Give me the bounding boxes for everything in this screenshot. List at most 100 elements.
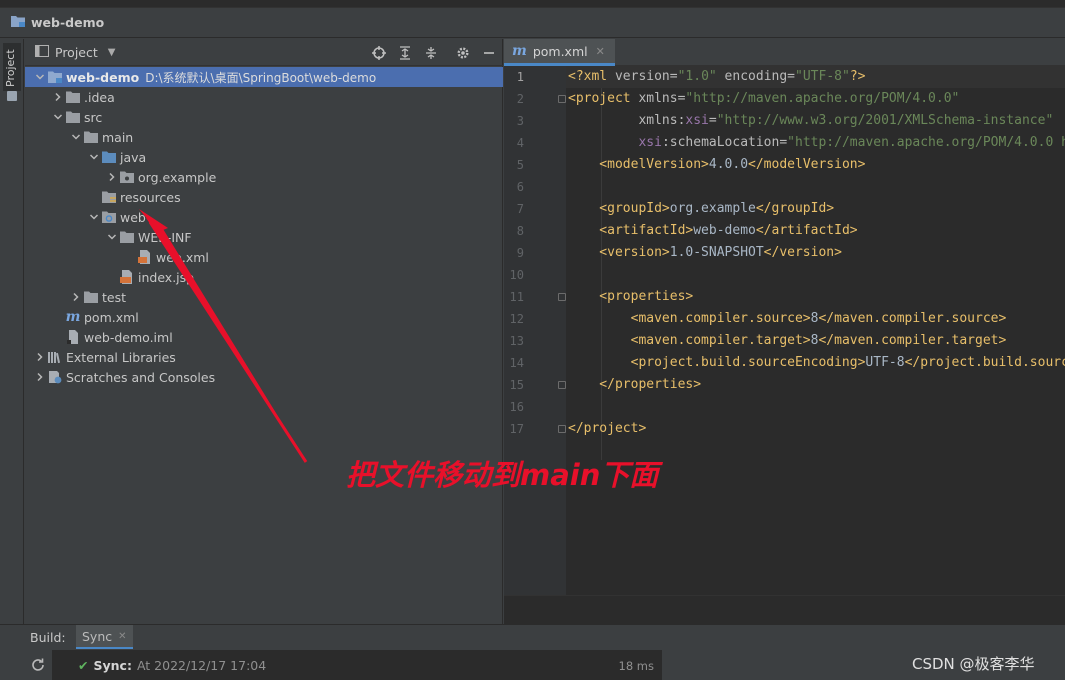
view-dropdown-chevron-icon[interactable]: ▼ [108, 47, 116, 58]
tree-item-label: .idea [84, 89, 115, 105]
tree-item[interactable]: resources [25, 187, 503, 207]
project-tool-tab-label: Project [4, 49, 17, 87]
line-number: 13 [509, 334, 524, 348]
tree-item[interactable]: index.jsp [25, 267, 503, 287]
chevron-down-icon[interactable] [105, 230, 119, 244]
sync-tab[interactable]: Sync ✕ [76, 625, 133, 649]
project-panel-title[interactable]: Project [55, 45, 98, 60]
tree-item-label: java [120, 149, 147, 165]
jsp-file-icon [119, 269, 135, 285]
tree-item[interactable]: src [25, 107, 503, 127]
tree-item[interactable]: m pom.xml [25, 307, 503, 327]
scratches-icon [47, 369, 63, 385]
code-token: </maven.compiler.target> [818, 333, 1007, 348]
line-number: 11 [509, 290, 524, 304]
chevron-down-icon[interactable] [87, 150, 101, 164]
code-token: <maven.compiler.target> [568, 333, 811, 348]
code-line: xsi:schemaLocation="http://maven.apache.… [568, 132, 1065, 154]
chevron-down-icon[interactable] [69, 130, 83, 144]
line-number: 15 [509, 378, 524, 392]
collapse-all-icon[interactable] [423, 45, 439, 61]
tree-item-label: resources [120, 189, 181, 205]
tree-item[interactable]: .idea [25, 87, 503, 107]
code-token: </project.build.sourceEncoding> [904, 355, 1065, 370]
build-tool-window: Build: Sync ✕ ✔ Sync: At 2022/12/17 17:0… [0, 624, 1065, 680]
fold-marker-icon[interactable] [558, 95, 566, 103]
code-token: "http://maven.apache.org/POM/4.0.0" [685, 91, 960, 106]
hide-panel-icon[interactable] [481, 45, 497, 61]
tree-item[interactable]: External Libraries [25, 347, 503, 367]
chevron-down-icon[interactable] [87, 210, 101, 224]
code-token: <project.build.sourceEncoding> [568, 355, 866, 370]
code-token: <version> [568, 245, 670, 260]
code-line: <project.build.sourceEncoding>UTF-8</pro… [568, 352, 1065, 374]
tree-item[interactable]: WEB-INF [25, 227, 503, 247]
code-token: xsi [685, 113, 709, 128]
close-sync-tab-icon[interactable]: ✕ [118, 631, 126, 642]
breadcrumb-project[interactable]: web-demo [31, 15, 104, 30]
close-tab-icon[interactable]: ✕ [596, 45, 605, 58]
folder-icon [119, 229, 135, 245]
csdn-watermark: CSDN @极客李华 [912, 655, 1035, 673]
tree-item[interactable]: Scratches and Consoles [25, 367, 503, 387]
code-token: = [708, 113, 717, 128]
fold-marker-icon[interactable] [558, 425, 566, 433]
chevron-right-icon[interactable] [69, 290, 83, 304]
tree-item[interactable]: web-demo.iml [25, 327, 503, 347]
editor-tab-pom-xml[interactable]: m pom.xml ✕ [504, 39, 615, 66]
refresh-icon[interactable] [30, 657, 46, 673]
code-token: <project [568, 91, 639, 106]
code-token: "1.0" [677, 69, 717, 84]
chevron-right-icon[interactable] [51, 90, 65, 104]
tree-item[interactable]: org.example [25, 167, 503, 187]
annotation-text: 把文件移动到main下面 [346, 458, 659, 492]
line-number: 1 [516, 70, 524, 84]
maven-file-icon: m [512, 43, 527, 59]
tree-item-label: pom.xml [84, 309, 139, 325]
chevron-down-icon[interactable] [51, 110, 65, 124]
chevron-right-icon[interactable] [33, 370, 47, 384]
line-number: 9 [516, 246, 524, 260]
tree-item-label: WEB-INF [138, 229, 192, 245]
tree-item[interactable]: web [25, 207, 503, 227]
tree-item-label: src [84, 109, 103, 125]
tree-item[interactable]: web-demo D:\系统默认\桌面\SpringBoot\web-demo [25, 67, 503, 87]
tree-item[interactable]: main [25, 127, 503, 147]
code-token: 4.0.0 [708, 157, 749, 172]
window-top-strip [0, 0, 1065, 8]
tree-item[interactable]: java [25, 147, 503, 167]
success-check-icon: ✔ [78, 658, 89, 673]
tree-item-label: Scratches and Consoles [66, 369, 216, 385]
sync-status-row[interactable]: ✔ Sync: At 2022/12/17 17:04 18 ms [52, 650, 662, 680]
project-tool-tab[interactable]: Project [3, 43, 21, 91]
tree-item-label: web-demo.iml [84, 329, 173, 345]
project-tree: web-demo D:\系统默认\桌面\SpringBoot\web-demo .i… [25, 67, 503, 387]
tree-item[interactable]: test [25, 287, 503, 307]
fold-marker-icon[interactable] [558, 293, 566, 301]
line-number: 10 [509, 268, 524, 282]
structure-icon[interactable] [7, 91, 17, 101]
project-panel: Project ▼ web-demo D:\系统默认\桌面\SpringBoot\… [25, 39, 503, 624]
navigation-bar: web-demo [0, 8, 1065, 38]
line-number: 4 [516, 136, 524, 150]
fold-marker-icon[interactable] [558, 381, 566, 389]
folder-source-icon [101, 149, 117, 165]
code-token: <?xml [568, 69, 615, 84]
sync-status-time: At 2022/12/17 17:04 [136, 658, 267, 673]
chevron-right-icon[interactable] [33, 350, 47, 364]
chevron-down-icon[interactable] [33, 70, 47, 84]
locate-file-icon[interactable] [371, 45, 387, 61]
code-line: <groupId>org.example</groupId> [568, 198, 1065, 220]
folder-icon [65, 109, 81, 125]
code-token: org.example [669, 201, 756, 216]
line-number: 17 [509, 422, 524, 436]
chevron-right-icon[interactable] [105, 170, 119, 184]
libraries-icon [47, 349, 63, 365]
tree-item[interactable]: web.xml [25, 247, 503, 267]
code-editor[interactable]: <?xml version="1.0" encoding="UTF-8"?> <p… [568, 66, 1065, 440]
expand-all-icon[interactable] [397, 45, 413, 61]
gear-icon[interactable] [455, 45, 471, 61]
